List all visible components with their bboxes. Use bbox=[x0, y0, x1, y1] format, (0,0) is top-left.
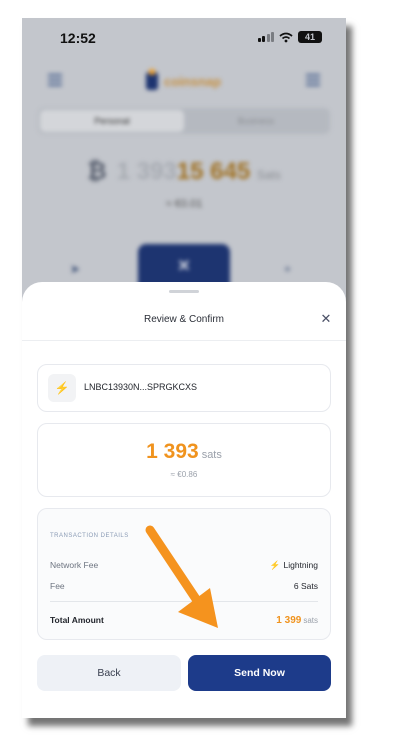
amount-unit: sats bbox=[201, 449, 222, 461]
logo-icon bbox=[146, 69, 158, 90]
status-icons: 41 bbox=[257, 31, 322, 43]
sheet-title: Review & Confirm bbox=[143, 314, 225, 325]
divider bbox=[22, 340, 346, 341]
logo-text: coinsnap bbox=[164, 73, 222, 89]
total-label: Total Amount bbox=[50, 615, 104, 625]
tab-personal[interactable]: Personal bbox=[40, 110, 184, 132]
account-segment: Personal Business bbox=[38, 108, 330, 134]
app-logo: coinsnap bbox=[146, 69, 222, 90]
total-row: Total Amount 1 399 sats bbox=[50, 615, 318, 626]
battery-icon: 41 bbox=[298, 31, 322, 43]
lightning-icon: ⚡ bbox=[48, 374, 76, 402]
cellular-signal-icon bbox=[257, 32, 274, 42]
balance-unit: Sats bbox=[256, 168, 281, 182]
total-unit: sats bbox=[303, 616, 318, 625]
balance-prefix: 1 393 bbox=[116, 158, 177, 185]
balance-fiat: ≈ €0.01 bbox=[165, 198, 203, 210]
balance-display: ₿ 1 39315 645 Sats ≈ €0.01 bbox=[22, 158, 346, 210]
network-fee-row: Network Fee ⚡ Lightning bbox=[50, 560, 318, 570]
lightning-icon: ⚡ bbox=[269, 560, 281, 570]
back-button[interactable]: Back bbox=[37, 655, 181, 691]
status-time: 12:52 bbox=[60, 30, 96, 46]
amount-value: 1 393 bbox=[146, 440, 199, 463]
fee-value: 6 Sats bbox=[293, 581, 318, 591]
invoice-text: LNBC13930N...SPRGKCXS bbox=[84, 382, 198, 392]
wifi-icon bbox=[279, 32, 293, 42]
settings-icon[interactable] bbox=[48, 74, 62, 86]
send-now-button[interactable]: Send Now bbox=[188, 655, 331, 691]
network-fee-label: Network Fee bbox=[50, 560, 99, 570]
tab-business[interactable]: Business bbox=[184, 110, 328, 132]
sheet-drag-handle[interactable] bbox=[169, 290, 199, 293]
status-bar: 12:52 41 bbox=[22, 18, 346, 58]
bitcoin-icon: ₿ bbox=[87, 158, 107, 185]
fee-label: Fee bbox=[50, 581, 65, 591]
review-confirm-sheet: Review & Confirm ✕ ⚡ LNBC13930N...SPRGKC… bbox=[22, 282, 346, 718]
amount-fiat: ≈ €0.86 bbox=[170, 470, 198, 479]
total-value: 1 399 bbox=[276, 615, 302, 626]
balance-amount: 15 645 bbox=[176, 158, 251, 185]
invoice-card: ⚡ LNBC13930N...SPRGKCXS bbox=[37, 364, 331, 412]
network-fee-value: Lightning bbox=[283, 560, 318, 570]
phone-screen: 12:52 41 coinsnap Personal Business ₿ 1 3… bbox=[22, 18, 346, 718]
close-icon[interactable]: ✕ bbox=[318, 311, 334, 327]
app-header: coinsnap bbox=[22, 60, 346, 100]
fee-row: Fee 6 Sats bbox=[50, 581, 318, 591]
menu-icon[interactable] bbox=[306, 74, 320, 86]
receive-icon[interactable]: + bbox=[284, 262, 291, 276]
amount-card: 1 393 sats ≈ €0.86 bbox=[37, 423, 331, 497]
transaction-details-card: TRANSACTION DETAILS Network Fee ⚡ Lightni… bbox=[37, 508, 331, 640]
details-title: TRANSACTION DETAILS bbox=[50, 533, 129, 539]
send-icon[interactable]: ➤ bbox=[70, 262, 80, 276]
divider bbox=[50, 601, 318, 602]
